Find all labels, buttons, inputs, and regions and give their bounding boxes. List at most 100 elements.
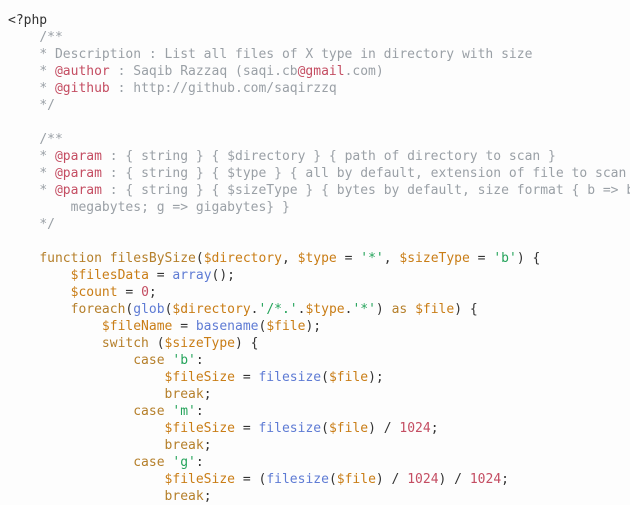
token: '*'	[352, 302, 375, 317]
token: ,	[384, 251, 400, 266]
token: 1024	[407, 472, 438, 487]
code-line: case 'm':	[8, 403, 630, 420]
indent	[8, 336, 102, 351]
token: case	[133, 404, 164, 419]
code-line	[8, 114, 630, 131]
indent	[8, 438, 165, 453]
token: : { string } { $type } { all by default,…	[102, 166, 626, 181]
indent	[8, 319, 102, 334]
token: @gmail	[298, 64, 345, 79]
token: 'g'	[172, 455, 195, 470]
token: ;	[431, 421, 439, 436]
indent	[8, 217, 39, 232]
token: $fileSize	[165, 370, 235, 385]
indent	[8, 149, 39, 164]
indent	[8, 47, 39, 62]
token: ;	[501, 472, 509, 487]
code-line: * @param : { string } { $type } { all by…	[8, 165, 630, 182]
token: 'b'	[172, 353, 195, 368]
indent	[8, 81, 39, 96]
token: case	[133, 353, 164, 368]
token: break	[165, 438, 204, 453]
code-line: $fileSize = filesize($file) / 1024;	[8, 420, 630, 437]
token: *	[39, 81, 55, 96]
token: filesBySize	[110, 251, 196, 266]
token: : Saqib Razzaq (saqi.cb	[110, 64, 298, 79]
token: : { string } { $directory } { path of di…	[102, 149, 556, 164]
code-line: /**	[8, 131, 630, 148]
code-line: megabytes; g => gigabytes} }	[8, 199, 630, 216]
token: ) /	[439, 472, 470, 487]
token: as	[392, 302, 408, 317]
token: ,	[282, 251, 298, 266]
code-line: break;	[8, 437, 630, 454]
token: .com)	[345, 64, 384, 79]
token: <?php	[8, 13, 47, 28]
token: $fileName	[102, 319, 172, 334]
token: basename	[196, 319, 259, 334]
token: (	[321, 370, 329, 385]
token: =	[149, 268, 172, 283]
token: = (	[235, 472, 266, 487]
token: @github	[55, 81, 110, 96]
token: filesize	[266, 472, 329, 487]
indent	[8, 455, 133, 470]
code-line: /**	[8, 29, 630, 46]
token: glob	[133, 302, 164, 317]
indent	[8, 421, 165, 436]
token: '/*.'	[259, 302, 298, 317]
code-line: * @github : http://github.com/saqirzzq	[8, 80, 630, 97]
token: =	[235, 421, 258, 436]
token: $file	[337, 472, 376, 487]
token: @author	[55, 64, 110, 79]
token: $sizeType	[165, 336, 235, 351]
token: :	[196, 404, 204, 419]
indent	[8, 489, 165, 504]
token: :	[196, 455, 204, 470]
token: : { string } { $sizeType } { bytes by de…	[102, 183, 630, 198]
indent	[8, 302, 71, 317]
token	[102, 251, 110, 266]
token: break	[165, 387, 204, 402]
token: $filesData	[71, 268, 149, 283]
code-line: break;	[8, 488, 630, 505]
indent	[8, 404, 133, 419]
token: 0	[141, 285, 149, 300]
token: /**	[39, 132, 62, 147]
code-line: function filesBySize($directory, $type =…	[8, 250, 630, 267]
token: $type	[305, 302, 344, 317]
code-line: * @param : { string } { $sizeType } { by…	[8, 182, 630, 199]
token: $directory	[172, 302, 250, 317]
indent	[8, 64, 39, 79]
token: =	[118, 285, 141, 300]
token: ;	[204, 387, 212, 402]
token: (	[329, 472, 337, 487]
token: 1024	[399, 421, 430, 436]
token: @param	[55, 183, 102, 198]
token: $directory	[204, 251, 282, 266]
token: 'b'	[493, 251, 516, 266]
token: =	[337, 251, 360, 266]
token: @param	[55, 149, 102, 164]
code-line: */	[8, 97, 630, 114]
code-editor[interactable]: <?php /** * Description : List all files…	[0, 0, 630, 505]
code-line: break;	[8, 386, 630, 403]
indent	[8, 472, 165, 487]
code-line: * Description : List all files of X type…	[8, 46, 630, 63]
token: 1024	[470, 472, 501, 487]
code-line: case 'b':	[8, 352, 630, 369]
token: );	[305, 319, 321, 334]
indent	[8, 285, 71, 300]
code-line: */	[8, 216, 630, 233]
indent	[8, 387, 165, 402]
token: case	[133, 455, 164, 470]
token: ) /	[376, 472, 407, 487]
token: megabytes; g => gigabytes} }	[71, 200, 290, 215]
indent	[8, 200, 71, 215]
indent	[8, 268, 71, 283]
token: .	[251, 302, 259, 317]
token: $file	[329, 370, 368, 385]
indent	[8, 183, 39, 198]
token: */	[39, 217, 55, 232]
token: $fileSize	[165, 421, 235, 436]
